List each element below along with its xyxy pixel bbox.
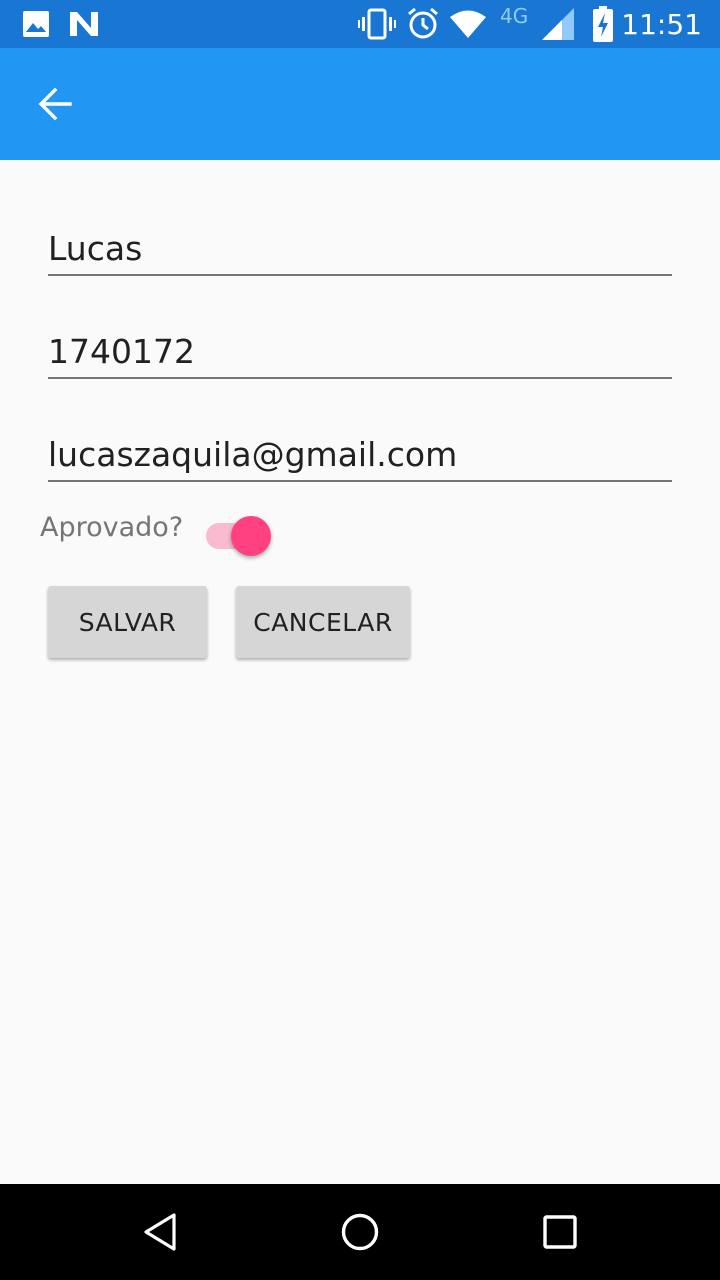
recents-square-icon[interactable] <box>542 1212 578 1252</box>
status-bar: 4G 11:51 <box>0 0 720 48</box>
image-icon <box>23 11 49 37</box>
name-input[interactable] <box>48 229 672 268</box>
registration-field <box>48 315 672 379</box>
name-field <box>48 212 672 276</box>
arrow-back-icon <box>38 87 72 121</box>
back-triangle-icon[interactable] <box>140 1212 180 1252</box>
wifi-icon <box>450 10 486 38</box>
approved-label: Aprovado? <box>40 512 184 543</box>
home-circle-icon[interactable] <box>340 1212 380 1252</box>
n-icon <box>70 12 98 36</box>
save-button[interactable]: SALVAR <box>48 586 207 658</box>
back-button[interactable] <box>24 72 88 136</box>
approved-switch[interactable] <box>204 516 274 558</box>
status-time: 11:51 <box>621 8 702 41</box>
network-type: 4G <box>500 4 529 28</box>
registration-input[interactable] <box>48 332 672 371</box>
alarm-icon <box>408 7 438 39</box>
email-input[interactable] <box>48 435 672 474</box>
switch-thumb <box>231 516 271 556</box>
battery-charging-icon <box>593 6 613 42</box>
cancel-button[interactable]: CANCELAR <box>236 586 410 658</box>
app-bar <box>0 48 720 160</box>
vibrate-icon <box>358 8 396 40</box>
email-field <box>48 418 672 482</box>
navigation-bar <box>0 1184 720 1280</box>
signal-icon <box>542 8 574 40</box>
